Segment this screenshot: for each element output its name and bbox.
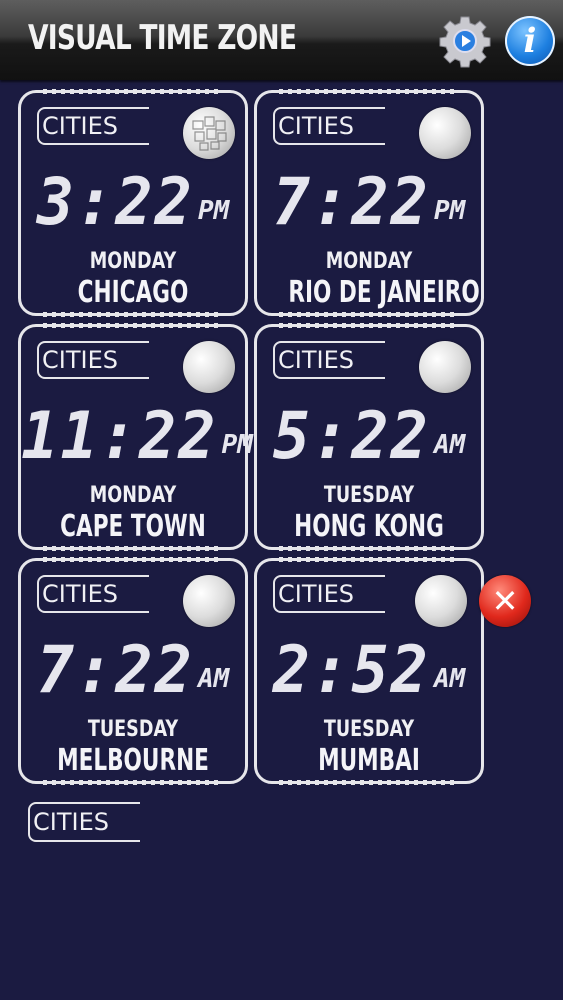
city-name: HONG KONG [294, 509, 444, 544]
city-name: CAPE TOWN [60, 509, 206, 544]
am-pm-indicator: AM [434, 664, 466, 694]
info-icon: i [523, 21, 537, 61]
weekday-label: TUESDAY [323, 717, 415, 742]
am-pm-indicator: PM [198, 196, 230, 226]
cities-tab[interactable]: CITIES [273, 575, 385, 613]
wikipedia-globe-icon[interactable] [183, 107, 235, 159]
city-name: MUMBAI [318, 743, 420, 778]
close-icon: ✕ [491, 582, 519, 620]
wikipedia-globe-icon[interactable] [183, 575, 235, 627]
clock-time: 3:22 PM [21, 163, 245, 240]
time-digits: 3:22 [36, 163, 194, 240]
city-name: CHICAGO [77, 275, 189, 310]
clock-time: 11:22 PM [21, 397, 253, 474]
am-pm-indicator: PM [221, 430, 253, 460]
clock-card-mumbai[interactable]: CITIES ✕ 2:52 AM TUESDAY MUMBAI [254, 557, 531, 785]
remove-clock-button[interactable]: ✕ [479, 575, 531, 627]
weekday-label: MONDAY [89, 249, 177, 274]
settings-button[interactable] [438, 14, 492, 68]
wikipedia-globe-icon[interactable] [419, 341, 471, 393]
clock-card-chicago[interactable]: CITIES 3:22 PM MONDAY CHICAGO [18, 89, 248, 317]
clock-time: 2:52 AM [257, 631, 481, 708]
city-name: MELBOURNE [57, 743, 209, 778]
weekday-label: TUESDAY [87, 717, 179, 742]
app-bar: VISUAL TIME ZONE i [0, 0, 563, 80]
weekday-label: MONDAY [325, 249, 413, 274]
cities-tab[interactable]: CITIES [37, 341, 149, 379]
wikipedia-globe-icon[interactable] [183, 341, 235, 393]
clock-time: 5:22 AM [257, 397, 481, 474]
clock-card-melbourne[interactable]: CITIES 7:22 AM TUESDAY MELBOURNE [18, 557, 248, 785]
weekday-label: TUESDAY [323, 483, 415, 508]
cities-tab[interactable]: CITIES [273, 341, 385, 379]
time-digits: 2:52 [272, 631, 430, 708]
am-pm-indicator: PM [434, 196, 466, 226]
wikipedia-globe-icon[interactable] [419, 107, 471, 159]
info-button[interactable]: i [505, 16, 555, 66]
gear-icon [439, 16, 491, 68]
time-digits: 7:22 [272, 163, 430, 240]
cities-tab[interactable]: CITIES [37, 107, 149, 145]
clock-card-cape-town[interactable]: CITIES 11:22 PM MONDAY CAPE TOWN [18, 323, 253, 551]
clock-time: 7:22 AM [21, 631, 245, 708]
app-title: VISUAL TIME ZONE [28, 18, 297, 58]
am-pm-indicator: AM [434, 430, 466, 460]
clock-card-rio-de-janeiro[interactable]: CITIES 7:22 PM MONDAY RIO DE JANEIRO [254, 89, 484, 317]
time-digits: 11:22 [21, 397, 218, 474]
clock-time: 7:22 PM [257, 163, 481, 240]
cities-tab[interactable]: CITIES [37, 575, 149, 613]
add-city-tab[interactable]: CITIES [28, 802, 140, 842]
city-name: RIO DE JANEIRO [288, 275, 480, 310]
clock-card-hong-kong[interactable]: CITIES 5:22 AM TUESDAY HONG KONG [254, 323, 484, 551]
cities-tab[interactable]: CITIES [273, 107, 385, 145]
time-digits: 7:22 [36, 631, 194, 708]
am-pm-indicator: AM [198, 664, 230, 694]
wikipedia-globe-icon[interactable] [415, 575, 467, 627]
time-digits: 5:22 [272, 397, 430, 474]
weekday-label: MONDAY [89, 483, 177, 508]
